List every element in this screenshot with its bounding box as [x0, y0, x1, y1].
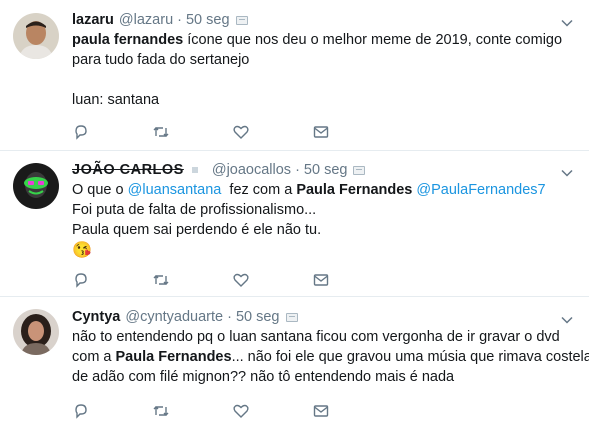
mention-link[interactable]: @luansantana: [128, 182, 222, 198]
reply-icon: [75, 404, 87, 419]
text-line: de adão com filé mignon?? não tô entende…: [72, 369, 455, 385]
message-button[interactable]: [312, 122, 392, 142]
badge-square: [191, 167, 198, 173]
reply-button[interactable]: [72, 122, 152, 142]
reply-icon: [75, 125, 87, 140]
retweet-icon: [153, 127, 169, 137]
tweet[interactable]: Cyntya @cyntyaduarte · 50 seg não to ent…: [0, 297, 589, 430]
reply-button[interactable]: [72, 270, 152, 290]
avatar[interactable]: [13, 13, 59, 59]
tweet-text: não to entendendo pq o luan santana fico…: [72, 327, 589, 387]
tweet-actions: [72, 401, 392, 421]
tweet-text: paula fernandes ícone que nos deu o melh…: [72, 30, 571, 110]
display-name[interactable]: Cyntya: [72, 307, 120, 327]
timeline-feed: lazaru @lazaru · 50 seg paula fernandes …: [0, 0, 589, 430]
chevron-down-icon[interactable]: [561, 314, 573, 326]
bold-term: Paula Fernandes: [115, 349, 232, 365]
bold-term: Paula Fernandes: [296, 182, 413, 198]
tweet[interactable]: lazaru @lazaru · 50 seg paula fernandes …: [0, 0, 589, 151]
timestamp[interactable]: 50 seg: [186, 10, 230, 30]
text-fragment: fez com a: [221, 182, 297, 198]
retweet-button[interactable]: [152, 401, 232, 421]
message-icon: [313, 126, 329, 138]
text-line: luan: santana: [72, 92, 160, 108]
reply-icon: [75, 273, 87, 288]
retweet-icon: [153, 406, 169, 416]
chevron-down-icon[interactable]: [561, 17, 573, 29]
text-fragment: O que o: [72, 182, 128, 198]
separator: ·: [177, 12, 182, 28]
tweet-header: lazaru @lazaru · 50 seg: [72, 10, 571, 30]
text-line: não to entendendo pq o luan santana fico…: [72, 329, 560, 345]
avatar[interactable]: [13, 309, 59, 355]
display-name[interactable]: lazaru: [72, 10, 114, 30]
bold-term: paula fernandes: [72, 32, 184, 48]
separator: ·: [227, 309, 232, 325]
message-button[interactable]: [312, 401, 392, 421]
text-line: Foi puta de falta de profissionalismo...: [72, 202, 317, 218]
text-line: ícone que nos deu o melhor meme de 2019,…: [183, 32, 563, 48]
timestamp[interactable]: 50 seg: [236, 307, 280, 327]
tweet-header: Cyntya @cyntyaduarte · 50 seg: [72, 307, 571, 327]
retweet-button[interactable]: [152, 122, 232, 142]
text-line: Paula quem sai perdendo é ele não tu.: [72, 222, 322, 238]
text-fragment: ... não foi ele que gravou uma músia que…: [231, 349, 589, 365]
image-badge-icon: [285, 312, 298, 322]
like-button[interactable]: [232, 401, 312, 421]
text-fragment: com a: [72, 349, 116, 365]
tweet[interactable]: JOÃO CARLOS @joaocallos · 50 seg O que o…: [0, 151, 589, 297]
user-handle[interactable]: @lazaru: [119, 10, 173, 30]
text-line: para tudo fada do sertanejo: [72, 52, 250, 68]
image-badge-icon: [235, 15, 248, 25]
timestamp[interactable]: 50 seg: [304, 160, 348, 180]
retweet-icon: [153, 275, 169, 285]
emoji-kiss: 😘: [72, 242, 92, 259]
like-icon: [233, 125, 249, 139]
mention-link[interactable]: @PaulaFernandes7: [416, 182, 545, 198]
tweet-actions: [72, 122, 392, 142]
separator: ·: [295, 162, 300, 178]
tweet-text: O que o @luansantana fez com a Paula Fer…: [72, 180, 571, 262]
message-button[interactable]: [312, 270, 392, 290]
reply-button[interactable]: [72, 401, 152, 421]
like-icon: [233, 273, 249, 287]
message-icon: [313, 405, 329, 417]
tweet-actions: [72, 270, 392, 290]
like-button[interactable]: [232, 270, 312, 290]
tweet-header: JOÃO CARLOS @joaocallos · 50 seg: [72, 160, 571, 180]
user-handle[interactable]: @cyntyaduarte: [125, 307, 223, 327]
like-button[interactable]: [232, 122, 312, 142]
retweet-button[interactable]: [152, 270, 232, 290]
message-icon: [313, 274, 329, 286]
avatar[interactable]: [13, 163, 59, 209]
user-handle[interactable]: @joaocallos: [212, 160, 291, 180]
display-name[interactable]: JOÃO CARLOS: [72, 160, 184, 180]
image-badge-icon: [353, 165, 366, 175]
chevron-down-icon[interactable]: [561, 167, 573, 179]
like-icon: [233, 404, 249, 418]
